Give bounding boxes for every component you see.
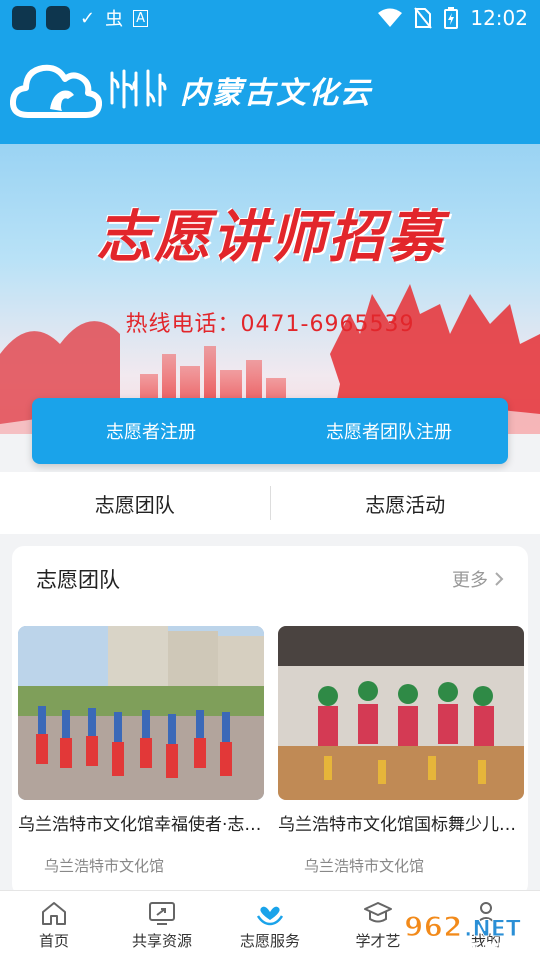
team-register-button[interactable]: 志愿者团队注册 xyxy=(270,418,508,444)
nav-shared-resources[interactable]: 共享资源 xyxy=(108,891,216,960)
nav-label: 志愿服务 xyxy=(239,932,300,950)
section-header: 志愿团队 更多 xyxy=(12,546,528,612)
chevron-right-icon xyxy=(495,572,504,586)
team-card-title: 乌兰浩特市文化馆国标舞少儿志愿服务队 xyxy=(278,815,524,835)
registration-card: 志愿者注册 志愿者团队注册 xyxy=(32,398,508,464)
cloud-horse-logo-icon xyxy=(10,64,102,118)
banner[interactable]: 志愿讲师招募 热线电话：0471-6965539 xyxy=(0,144,540,434)
app-title: 内蒙古文化云 xyxy=(180,76,372,111)
keyboard-a-icon: A xyxy=(133,9,148,27)
status-time: 12:02 xyxy=(470,6,528,30)
nav-label: 首页 xyxy=(38,932,69,950)
home-icon xyxy=(42,902,66,925)
volunteer-register-button[interactable]: 志愿者注册 xyxy=(32,418,270,444)
tab-volunteer-activities[interactable]: 志愿活动 xyxy=(271,489,540,518)
nav-label: 学才艺 xyxy=(355,932,401,950)
team-card-list: 乌兰浩特市文化馆幸福使者·志愿服务队 乌兰浩特市文化馆 xyxy=(12,612,528,876)
banner-phone: 热线电话：0471-6965539 xyxy=(125,312,415,337)
team-photo xyxy=(278,626,524,800)
team-card-org: 乌兰浩特市文化馆 xyxy=(304,857,425,875)
nav-volunteer-service[interactable]: 志愿服务 xyxy=(216,891,324,960)
battery-icon xyxy=(444,7,459,29)
banner-title: 志愿讲师招募 xyxy=(96,204,444,270)
app-notification-icon xyxy=(46,6,70,30)
wifi-icon xyxy=(378,8,403,27)
status-bar: ✓ 虫 A 12:02 xyxy=(0,0,540,36)
no-sim-icon xyxy=(414,7,433,29)
svg-text:962: 962 xyxy=(404,910,462,943)
team-card[interactable]: 乌兰浩特市文化馆国标舞少儿志愿服务队 乌兰浩特市文化馆 xyxy=(278,626,524,876)
tab-bar: 志愿团队 志愿活动 xyxy=(0,472,540,534)
team-card-org: 乌兰浩特市文化馆 xyxy=(44,857,165,875)
heart-hands-icon xyxy=(256,906,284,926)
more-label: 更多 xyxy=(452,570,488,591)
team-card[interactable]: 乌兰浩特市文化馆幸福使者·志愿服务队 乌兰浩特市文化馆 xyxy=(18,626,264,876)
tab-volunteer-teams[interactable]: 志愿团队 xyxy=(0,489,270,518)
graduation-cap-icon xyxy=(364,902,392,923)
notification-icons: ✓ 虫 A xyxy=(12,5,148,31)
share-screen-icon xyxy=(149,902,175,925)
mongolian-script-logo xyxy=(110,69,167,109)
more-button[interactable]: 更多 xyxy=(452,566,504,592)
team-card-title: 乌兰浩特市文化馆幸福使者·志愿服务队 xyxy=(18,815,264,835)
nav-label: 共享资源 xyxy=(131,932,192,950)
962-watermark-logo: 962 .NET 乐游网 xyxy=(403,909,521,960)
svg-text:.NET: .NET xyxy=(464,917,521,942)
app-notification-icon xyxy=(12,6,36,30)
volunteer-teams-section: 志愿团队 更多 乌兰浩特市文化馆幸福使者·志愿 乌兰浩特市文化馆 乌兰浩特市文化… xyxy=(12,546,528,896)
section-title: 志愿团队 xyxy=(36,568,120,592)
app-header: 内蒙古文化云 xyxy=(0,36,540,144)
nav-home[interactable]: 首页 xyxy=(0,891,108,960)
bug-icon: 虫 xyxy=(105,9,124,30)
team-photo xyxy=(18,626,264,800)
download-done-icon: ✓ xyxy=(80,7,96,29)
svg-text:乐游网: 乐游网 xyxy=(466,941,514,960)
